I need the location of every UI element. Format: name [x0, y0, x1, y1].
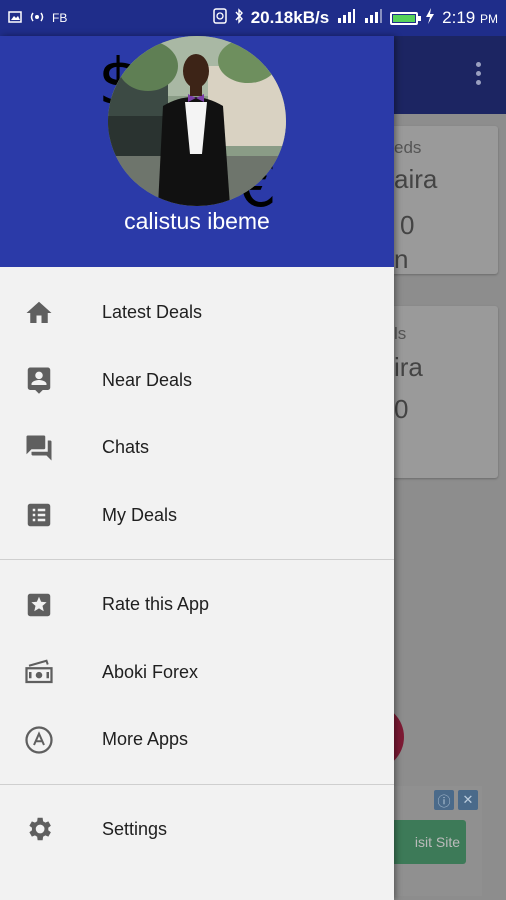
- charging-icon: [425, 7, 435, 29]
- fb-indicator: FB: [52, 11, 68, 25]
- network-speed: 20.18kB/s: [250, 8, 330, 27]
- drawer-menu: Latest Deals Near Deals Chats My Deals R…: [0, 267, 394, 863]
- menu-item-label: Rate this App: [102, 594, 210, 615]
- signal-icon-1: [336, 8, 356, 29]
- menu-item-label: Latest Deals: [102, 302, 203, 323]
- avatar[interactable]: [108, 36, 286, 206]
- menu-item-my-deals[interactable]: My Deals: [0, 482, 394, 550]
- ad-close-icon: ✕: [458, 790, 478, 810]
- menu-item-near-deals[interactable]: Near Deals: [0, 347, 394, 415]
- cash-icon: [24, 657, 54, 687]
- menu-item-label: More Apps: [102, 729, 189, 750]
- app-store-icon: [24, 725, 54, 755]
- user-name: calistus ibeme: [124, 208, 270, 234]
- hotspot-icon: [28, 11, 46, 26]
- menu-item-label: My Deals: [102, 504, 178, 525]
- menu-item-rate-this-app[interactable]: Rate this App: [0, 571, 394, 639]
- menu-item-label: Aboki Forex: [102, 661, 199, 682]
- menu-divider: [0, 783, 394, 785]
- menu-item-more-apps[interactable]: More Apps: [0, 706, 394, 774]
- navigation-drawer: $ € calistus ibeme La: [0, 36, 394, 900]
- contact-card-icon: [24, 365, 54, 395]
- background-deal-card: eds aira 0 n: [394, 126, 498, 274]
- menu-item-aboki-forex[interactable]: Aboki Forex: [0, 639, 394, 707]
- gear-icon: [24, 814, 54, 844]
- ad-info-icon: ⓘ: [434, 790, 454, 810]
- menu-item-settings[interactable]: Settings: [0, 796, 394, 864]
- chat-icon: [24, 433, 54, 463]
- background-toolbar: [394, 36, 506, 114]
- background-fab: [394, 704, 404, 770]
- image-notification-icon: [8, 10, 22, 26]
- signal-icon-2: [363, 8, 383, 29]
- background-deal-card: ls ira 0: [394, 306, 498, 478]
- ad-visit-site-button: isit Site: [394, 820, 466, 864]
- menu-item-latest-deals[interactable]: Latest Deals: [0, 279, 394, 347]
- overflow-menu-icon: [476, 62, 482, 85]
- background-app-scrim[interactable]: eds aira 0 n ls ira 0 ⓘ ✕ isit Site: [394, 36, 506, 900]
- clock: 2:19 PM: [442, 8, 498, 27]
- menu-item-label: Chats: [102, 437, 150, 458]
- menu-item-label: Near Deals: [102, 369, 193, 390]
- menu-item-label: Settings: [102, 818, 168, 839]
- list-icon: [24, 500, 54, 530]
- home-icon: [24, 298, 54, 328]
- bluetooth-icon: [234, 7, 244, 29]
- menu-divider: [0, 559, 394, 560]
- battery-icon: [390, 11, 422, 25]
- status-bar: FB 20.18kB/s 2:19 PM: [0, 0, 506, 36]
- menu-item-chats[interactable]: Chats: [0, 414, 394, 482]
- background-ad-banner: ⓘ ✕ isit Site: [394, 786, 482, 896]
- star-box-icon: [24, 590, 54, 620]
- status-left-indicators: FB: [8, 10, 68, 26]
- data-saver-icon: [212, 7, 227, 29]
- drawer-header: $ € calistus ibeme: [0, 36, 394, 267]
